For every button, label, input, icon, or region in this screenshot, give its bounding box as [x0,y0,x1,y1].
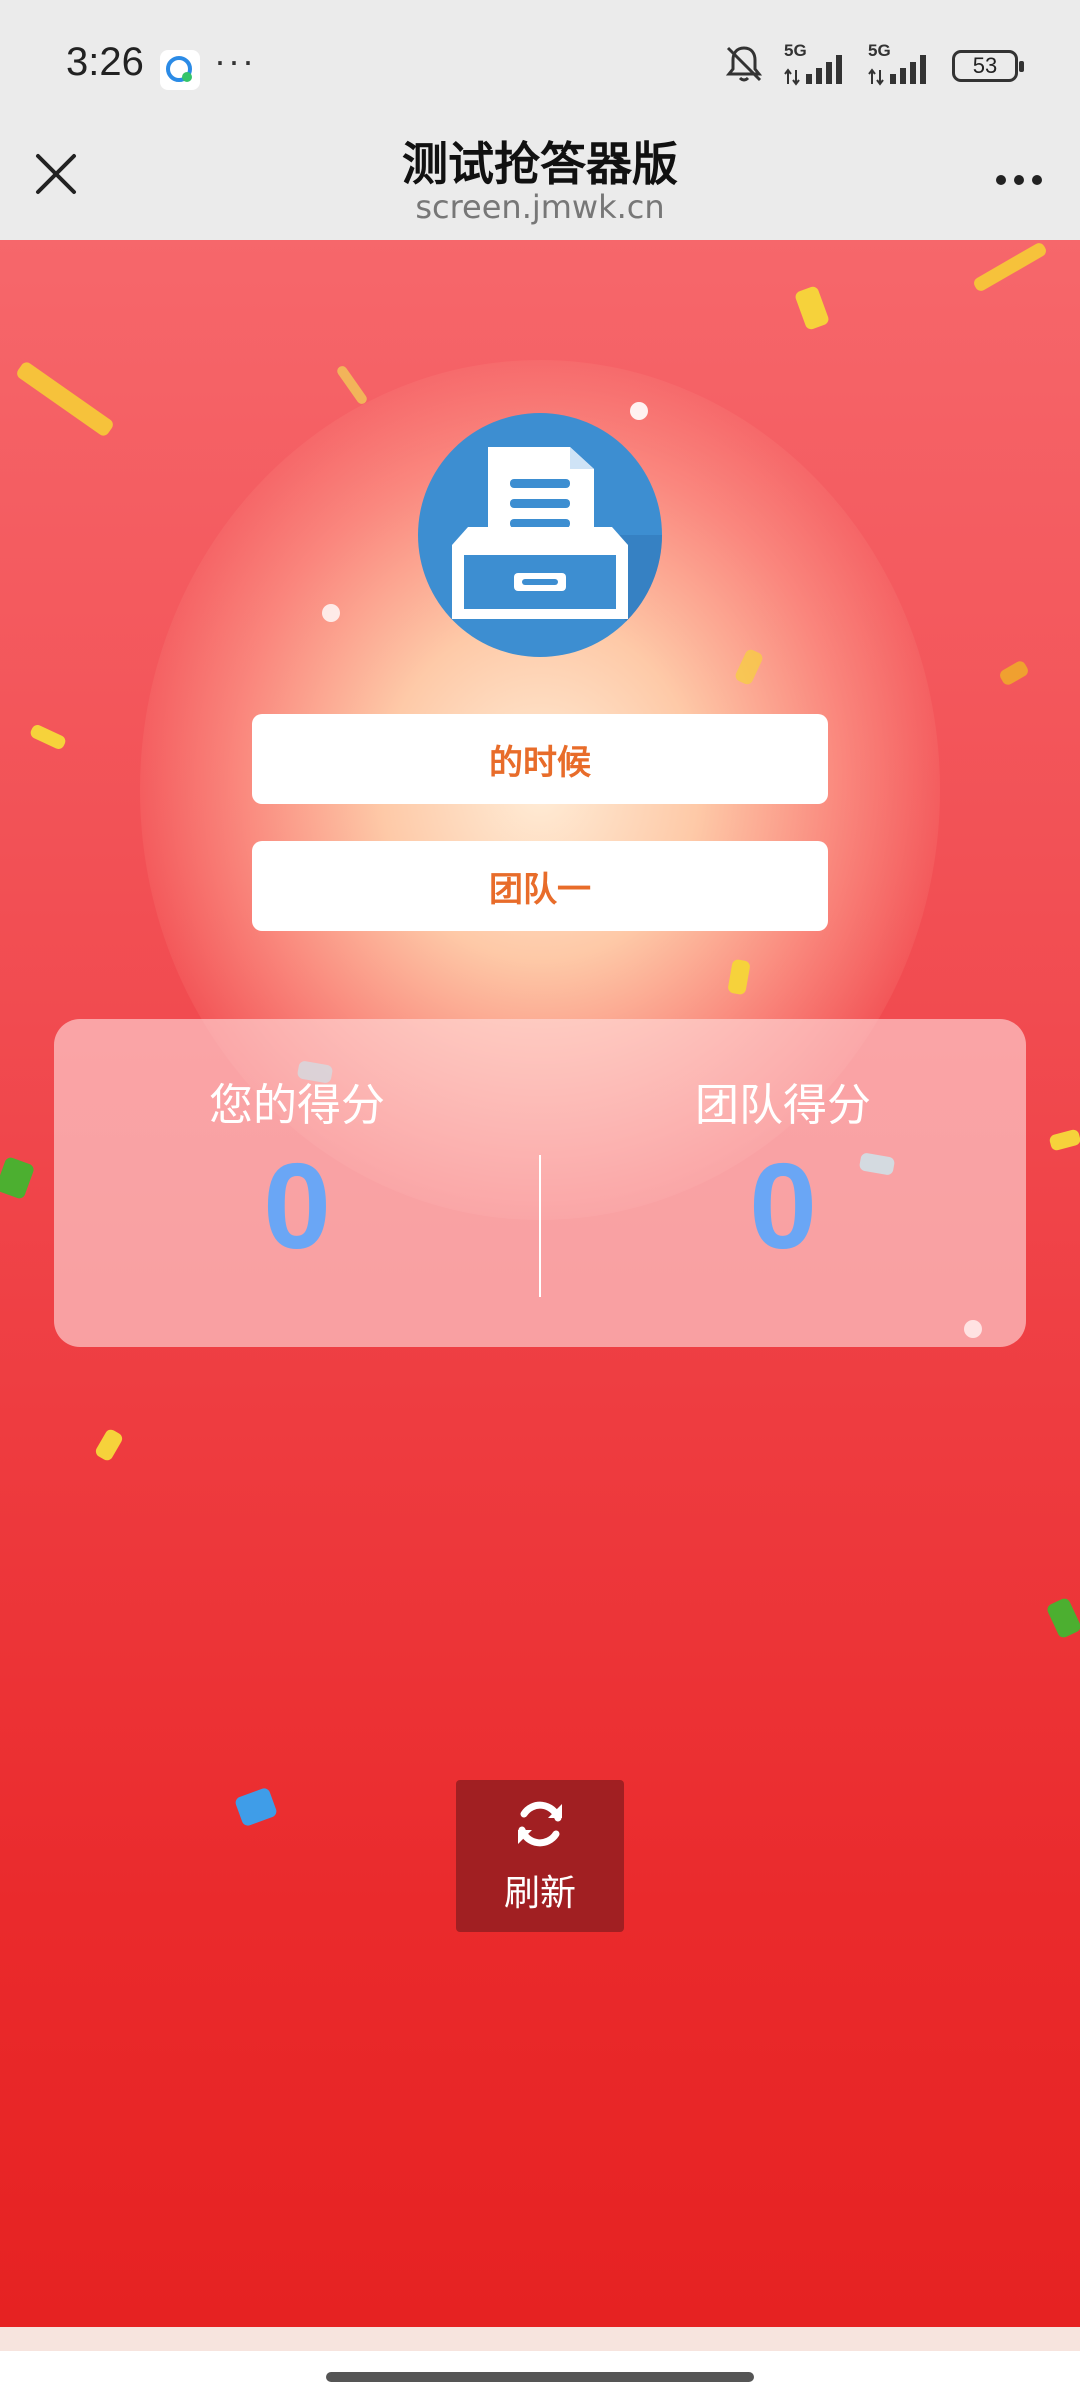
status-icons: 5G 5G 53 [722,41,1024,90]
refresh-label: 刷新 [503,1873,576,1914]
battery-level: 53 [972,53,998,78]
score-card: 您的得分 0 团队得分 0 [54,1019,1026,1347]
gesture-bar [0,2351,1080,2400]
refresh-icon [512,1796,568,1856]
app-notification-icon [160,50,200,90]
home-indicator[interactable] [326,2372,754,2382]
page-url: screen.jmwk.cn [415,188,665,226]
battery-icon: 53 [952,50,1024,82]
confetti-decoration [793,285,831,331]
more-icon [996,175,1006,185]
quiz-page: 的时候 团队一 您的得分 0 团队得分 0 刷新 [0,240,1080,2327]
confetti-decoration [14,360,116,438]
status-time: 3:26 [66,40,144,84]
confetti-decoration [1048,1128,1080,1152]
confetti-decoration [233,1786,279,1828]
signal-1-label: 5G [784,42,807,60]
confetti-decoration [93,1427,125,1463]
confetti-decoration [335,364,369,406]
team-score: 团队得分 0 [540,1069,1026,1267]
your-score-value: 0 [263,1138,331,1274]
team-score-label: 团队得分 [695,1080,871,1131]
signal-icon: 5G [868,41,934,90]
nav-bar: 测试抢答器版 screen.jmwk.cn [0,128,1080,240]
file-cabinet-icon [418,413,662,657]
your-score: 您的得分 0 [54,1069,540,1267]
signal-2-label: 5G [868,42,891,60]
refresh-button[interactable]: 刷新 [456,1780,624,1932]
confetti-decoration [28,723,68,751]
signal-icon: 5G [784,41,850,90]
screen: 3:26 ··· 5G 5G 53 测试抢答器版 screen.jmwk.cn … [0,0,1080,2400]
more-button[interactable] [984,160,1054,200]
more-notifications-indicator: ··· [214,40,256,81]
confetti-decoration [322,604,340,622]
team-name-pill: 团队一 [252,841,828,931]
status-bar: 3:26 ··· 5G 5G 53 [0,0,1080,128]
confetti-decoration [971,240,1049,294]
confetti-decoration [630,402,648,420]
confetti-decoration [0,1155,36,1201]
confetti-decoration [997,659,1031,687]
participant-name-pill: 的时候 [252,714,828,804]
team-score-value: 0 [749,1138,817,1274]
mute-icon [722,42,766,90]
your-score-label: 您的得分 [209,1080,385,1131]
page-title: 测试抢答器版 [402,137,678,191]
bottom-strip [0,2327,1080,2351]
confetti-decoration [1045,1596,1080,1640]
